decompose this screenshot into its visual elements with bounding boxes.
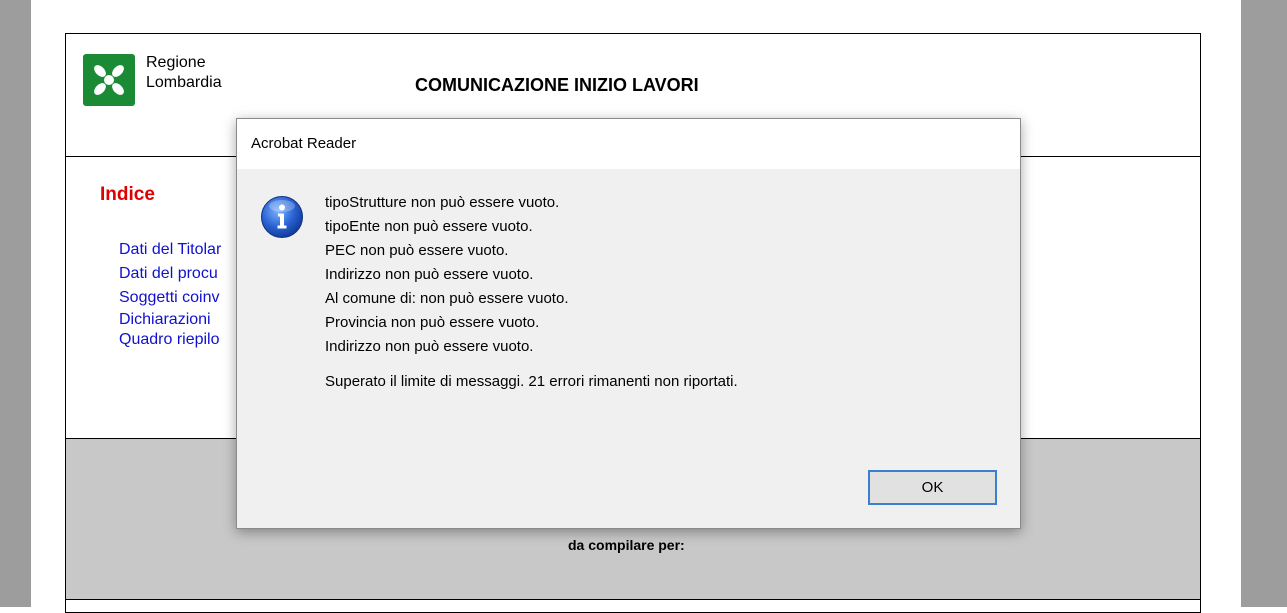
error-message: Provincia non può essere vuoto. <box>325 314 540 331</box>
error-message: PEC non può essere vuoto. <box>325 242 509 259</box>
compile-label: da compilare per: <box>568 537 685 553</box>
dialog-title: Acrobat Reader <box>251 135 357 152</box>
error-message: Indirizzo non può essere vuoto. <box>325 266 534 283</box>
ok-button[interactable]: OK <box>868 470 997 505</box>
dialog-titlebar[interactable]: Acrobat Reader <box>237 119 1020 169</box>
logo-line-2: Lombardia <box>146 74 222 91</box>
index-list: Dati del Titolar Dati del procu Soggetti… <box>119 238 221 350</box>
left-scroll-gutter <box>0 0 31 607</box>
logo-mark-icon <box>94 65 124 95</box>
index-link-soggetti[interactable]: Soggetti coinv <box>119 286 221 310</box>
index-link-dichiarazioni[interactable]: Dichiarazioni <box>119 310 221 330</box>
document-title: COMUNICAZIONE INIZIO LAVORI <box>415 75 699 95</box>
error-message: Al comune di: non può essere vuoto. <box>325 290 569 307</box>
regione-lombardia-logo <box>83 54 135 106</box>
logo-text: Regione Lombardia <box>146 53 222 93</box>
acrobat-alert-dialog: Acrobat Reader tipoStrutture non può ess… <box>236 118 1021 529</box>
error-message: tipoEnte non può essere vuoto. <box>325 218 533 235</box>
error-summary: Superato il limite di messaggi. 21 error… <box>325 373 738 390</box>
info-icon <box>261 196 303 238</box>
error-message-list: tipoStrutture non può essere vuoto. tipo… <box>325 191 569 359</box>
error-message: Indirizzo non può essere vuoto. <box>325 338 534 355</box>
logo-line-1: Regione <box>146 54 206 71</box>
error-message: tipoStrutture non può essere vuoto. <box>325 194 560 211</box>
index-link-procuratore[interactable]: Dati del procu <box>119 262 221 286</box>
index-link-titolare[interactable]: Dati del Titolar <box>119 238 221 262</box>
right-scroll-gutter <box>1241 0 1287 607</box>
index-heading: Indice <box>100 184 155 205</box>
index-link-quadro[interactable]: Quadro riepilo <box>119 330 221 350</box>
